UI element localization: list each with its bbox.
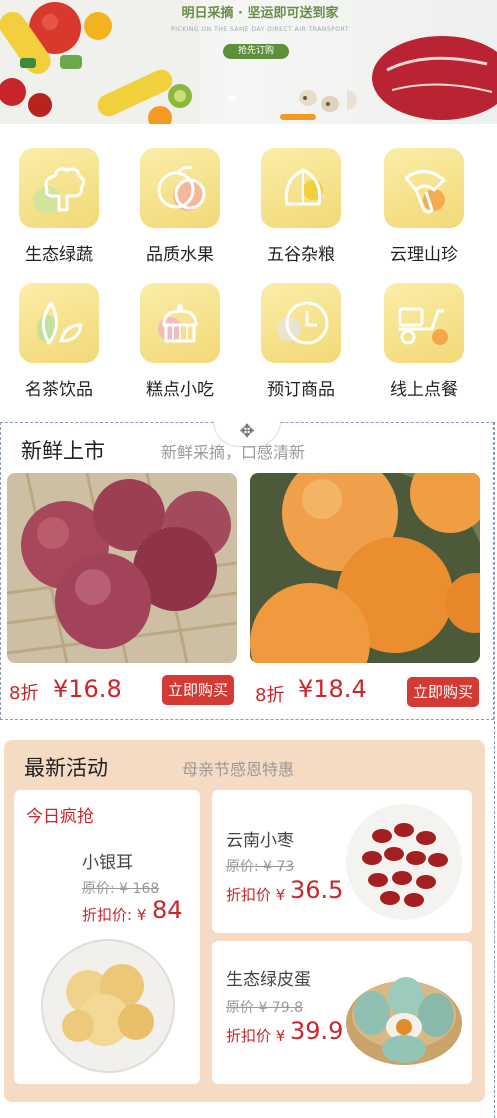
promo-banner[interactable]: 明日采摘 · 坚运即可送到家 PICKING ON THE SAME DAY D… (0, 0, 497, 124)
selection-outline (494, 422, 495, 1118)
category-label: 预订商品 (267, 380, 335, 400)
product-card-eggs[interactable]: 生态绿皮蛋 原价 ¥ 79.8 折扣价 ¥ 39.9 (212, 941, 472, 1084)
category-label: 糕点小吃 (146, 380, 214, 400)
tea-leaf-icon (19, 283, 99, 363)
deal-price: 84 (152, 896, 183, 924)
meat-image (347, 36, 497, 120)
original-price: 原价: ¥ 168 (82, 881, 160, 897)
product-name: 生态绿皮蛋 (226, 970, 311, 990)
category-vegetables[interactable]: 生态绿蔬 (4, 148, 114, 265)
preserved-eggs-image (346, 977, 462, 1065)
category-label: 品质水果 (146, 245, 214, 265)
product-card-dates[interactable]: 云南小枣 原价: ¥ 73 折扣价 ¥ 36.5 (212, 790, 472, 933)
category-tea[interactable]: 名茶饮品 (4, 283, 114, 400)
tremella-image (41, 939, 175, 1073)
category-pastry[interactable]: 糕点小吃 (125, 283, 235, 400)
banner-pagination (180, 96, 340, 100)
activity-title: 最新活动 (24, 756, 108, 780)
original-price: 原价: ¥ 73 (226, 859, 295, 875)
clock-icon (261, 283, 341, 363)
product-name: 小银耳 (82, 853, 133, 873)
flash-deal-card[interactable]: 今日疯抢 小银耳 原价: ¥ 168 折扣价: ¥ 84 (14, 790, 200, 1084)
category-label: 线上点餐 (390, 380, 458, 400)
banner-title: 明日采摘 · 坚运即可送到家 (181, 6, 339, 21)
product-image-peaches[interactable] (7, 473, 237, 663)
vegetable-icon (19, 148, 99, 228)
red-dates-image (346, 804, 462, 920)
grain-icon (261, 148, 341, 228)
activity-subtitle: 母亲节感恩特惠 (182, 760, 295, 779)
deal-price-label: 折扣价 ¥ (226, 1027, 286, 1045)
scooter-icon (384, 283, 464, 363)
discount-label: 8折 (255, 685, 285, 706)
buy-now-button[interactable]: 立即购买 (407, 677, 479, 707)
product-image-apricots[interactable] (250, 473, 480, 663)
product-price: ¥18.4 (298, 675, 367, 703)
deal-price-label: 折扣价: ¥ (82, 906, 147, 924)
category-preorder[interactable]: 预订商品 (246, 283, 356, 400)
category-label: 生态绿蔬 (25, 245, 93, 265)
activity-section: 最新活动 母亲节感恩特惠 今日疯抢 小银耳 原价: ¥ 168 折扣价: ¥ 8… (4, 740, 485, 1102)
cake-icon (140, 283, 220, 363)
eggs-image (280, 90, 339, 120)
category-grains[interactable]: 五谷杂粮 (246, 148, 356, 265)
category-fruits[interactable]: 品质水果 (125, 148, 235, 265)
product-price: ¥16.8 (53, 675, 122, 703)
flash-deal-tag: 今日疯抢 (26, 807, 94, 827)
original-price: 原价 ¥ 79.8 (226, 1000, 303, 1016)
deal-price: 36.5 (290, 876, 344, 904)
discount-label: 8折 (9, 683, 39, 704)
category-label: 云理山珍 (390, 245, 458, 265)
banner-order-button[interactable]: 抢先订购 (223, 44, 289, 59)
deal-price-label: 折扣价 ¥ (226, 886, 286, 904)
deal-price: 39.9 (290, 1017, 344, 1045)
banner-subtitle: PICKING ON THE SAME DAY DIRECT AIR TRANS… (171, 26, 349, 33)
category-online-ordering[interactable]: 线上点餐 (369, 283, 479, 400)
category-label: 名茶饮品 (25, 380, 93, 400)
mushroom-icon (384, 148, 464, 228)
category-mountain-delicacies[interactable]: 云理山珍 (369, 148, 479, 265)
buy-now-button[interactable]: 立即购买 (162, 675, 234, 705)
fresh-section: ✥ 新鲜上市 新鲜采摘，口感清新 8折 ¥16.8 立即购买 8折 ¥18.4 … (0, 421, 494, 720)
fruit-icon (140, 148, 220, 228)
fresh-subtitle: 新鲜采摘，口感清新 (161, 443, 306, 462)
product-name: 云南小枣 (226, 831, 294, 851)
category-grid: 生态绿蔬 品质水果 五谷杂粮 云理山珍 名茶饮品 糕点小吃 预订商品 线上点餐 (0, 128, 497, 418)
category-label: 五谷杂粮 (267, 245, 335, 265)
fresh-title: 新鲜上市 (21, 439, 105, 463)
